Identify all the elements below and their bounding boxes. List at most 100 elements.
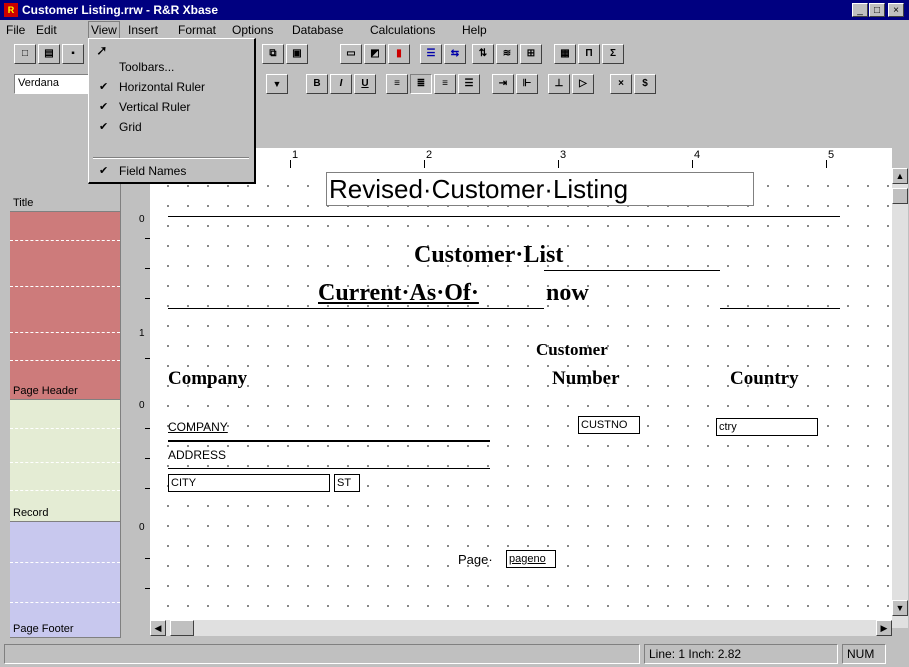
menu-item-vertical-ruler[interactable]: ✔ Vertical Ruler bbox=[93, 99, 249, 117]
section-record[interactable]: Record bbox=[10, 400, 120, 522]
menu-item-grid[interactable]: ✔ Grid bbox=[93, 119, 249, 137]
tab-icon[interactable]: ⊩ bbox=[516, 74, 538, 94]
scroll-up-icon[interactable]: ▲ bbox=[892, 168, 908, 184]
underline-button[interactable]: U bbox=[354, 74, 376, 94]
vruler-mark: 0 bbox=[139, 400, 145, 411]
bold-button[interactable]: B bbox=[306, 74, 328, 94]
vruler-mark: 0 bbox=[139, 214, 145, 225]
fontsize-dropdown-icon[interactable]: ▼ bbox=[266, 74, 288, 94]
calc-field-icon[interactable]: ▦ bbox=[554, 44, 576, 64]
state-field[interactable]: ST bbox=[334, 474, 360, 492]
minimize-button[interactable]: _ bbox=[852, 3, 868, 17]
ruler-tick bbox=[558, 160, 559, 168]
scroll-right-icon[interactable]: ▶ bbox=[876, 620, 892, 636]
horizontal-scrollbar[interactable]: ◀ ▶ bbox=[150, 620, 892, 636]
save-icon[interactable]: ▪ bbox=[62, 44, 84, 64]
company-field[interactable]: COMPANY bbox=[168, 420, 228, 434]
city-field[interactable]: CITY bbox=[168, 474, 330, 492]
menu-item-toolbars[interactable]: Toolbars... bbox=[93, 59, 249, 77]
check-icon: ✔ bbox=[99, 165, 109, 177]
ruler-tick bbox=[290, 160, 291, 168]
vruler-mark: 1 bbox=[139, 328, 145, 339]
align-left-icon[interactable]: ≡ bbox=[386, 74, 408, 94]
ruler-mark: 1 bbox=[292, 149, 299, 161]
scroll-thumb[interactable] bbox=[892, 188, 908, 204]
menu-view[interactable]: View bbox=[88, 21, 120, 39]
open-folder-icon[interactable]: ▤ bbox=[38, 44, 60, 64]
custno-field[interactable]: CUSTNO bbox=[578, 416, 640, 434]
scroll-down-icon[interactable]: ▼ bbox=[892, 600, 908, 616]
box-tool-icon[interactable]: ▭ bbox=[340, 44, 362, 64]
section-page-footer[interactable]: Page Footer bbox=[10, 522, 120, 638]
report-title-box[interactable]: Revised·Customer·Listing bbox=[326, 172, 754, 206]
mouse-pointer-icon: ➚ bbox=[96, 42, 108, 58]
paste-icon[interactable]: ▣ bbox=[286, 44, 308, 64]
page-label[interactable]: Page· bbox=[458, 552, 493, 567]
close-button[interactable]: × bbox=[888, 3, 904, 17]
menu-file[interactable]: File bbox=[6, 23, 25, 37]
col-header-country[interactable]: Country bbox=[730, 368, 799, 390]
now-field[interactable]: now bbox=[546, 280, 589, 307]
hscroll-thumb[interactable] bbox=[170, 620, 194, 636]
field-list-icon[interactable]: ⇆ bbox=[444, 44, 466, 64]
dollar-format-icon[interactable]: $ bbox=[634, 74, 656, 94]
heading-current-as-of[interactable]: Current·As·Of· bbox=[318, 280, 479, 307]
chart-tool-icon[interactable]: ▮ bbox=[388, 44, 410, 64]
picture-tool-icon[interactable]: ◩ bbox=[364, 44, 386, 64]
report-canvas[interactable]: Revised·Customer·Listing Customer·List C… bbox=[150, 168, 892, 620]
menu-edit[interactable]: Edit bbox=[36, 23, 57, 37]
total-field-icon[interactable]: Π bbox=[578, 44, 600, 64]
wrap-icon[interactable]: ⊥ bbox=[548, 74, 570, 94]
menu-database[interactable]: Database bbox=[292, 23, 343, 37]
address-line bbox=[168, 468, 490, 469]
menu-options[interactable]: Options bbox=[232, 23, 273, 37]
menu-calculations[interactable]: Calculations bbox=[370, 23, 435, 37]
scroll-left-icon[interactable]: ◀ bbox=[150, 620, 166, 636]
title-underline bbox=[168, 216, 840, 217]
cut-field-icon[interactable]: × bbox=[610, 74, 632, 94]
ruler-tick bbox=[692, 160, 693, 168]
col-header-company[interactable]: Company bbox=[168, 368, 247, 390]
menu-help[interactable]: Help bbox=[462, 23, 487, 37]
menu-item-horizontal-ruler[interactable]: ✔ Horizontal Ruler bbox=[93, 79, 249, 97]
menu-bar: File Edit View Insert Format Options Dat… bbox=[0, 20, 909, 40]
address-field[interactable]: ADDRESS bbox=[168, 448, 226, 462]
app-icon[interactable]: R bbox=[4, 3, 18, 17]
justify-icon[interactable]: ☰ bbox=[458, 74, 480, 94]
summary-icon[interactable]: Σ bbox=[602, 44, 624, 64]
section-page-header[interactable]: Page Header bbox=[10, 212, 120, 400]
italic-button[interactable]: I bbox=[330, 74, 352, 94]
vertical-ruler: 0 1 0 0 bbox=[120, 168, 151, 638]
sort-icon[interactable]: ⇅ bbox=[472, 44, 494, 64]
ruler-mark: 3 bbox=[560, 149, 567, 161]
new-file-icon[interactable]: □ bbox=[14, 44, 36, 64]
view-menu-dropdown: Toolbars... ✔ Horizontal Ruler ✔ Vertica… bbox=[88, 38, 256, 184]
col-header-number[interactable]: Number bbox=[552, 368, 620, 390]
col-header-customer[interactable]: Customer bbox=[536, 340, 608, 360]
field-format-icon[interactable]: ▷ bbox=[572, 74, 594, 94]
insert-field-icon[interactable]: ☰ bbox=[420, 44, 442, 64]
ruler-mark: 5 bbox=[828, 149, 835, 161]
align-right-icon[interactable]: ≡ bbox=[434, 74, 456, 94]
vertical-scrollbar[interactable]: ▲ ▼ bbox=[892, 168, 908, 628]
title-bar: R Customer Listing.rrw - R&R Xbase _ □ × bbox=[0, 0, 909, 20]
menu-format[interactable]: Format bbox=[178, 23, 216, 37]
country-field[interactable]: ctry bbox=[716, 418, 818, 436]
pageno-field[interactable]: pageno bbox=[506, 550, 556, 568]
menu-item-field-names[interactable]: ✔ Field Names bbox=[93, 163, 249, 181]
heading-customer-list[interactable]: Customer·List bbox=[414, 242, 563, 269]
menu-insert[interactable]: Insert bbox=[128, 23, 158, 37]
status-bar: Line: 1 Inch: 2.82 NUM bbox=[0, 640, 909, 667]
filter-icon[interactable]: ⊞ bbox=[520, 44, 542, 64]
check-icon: ✔ bbox=[99, 101, 109, 113]
heading2-line-left bbox=[168, 308, 544, 309]
group-icon[interactable]: ≋ bbox=[496, 44, 518, 64]
status-line-inch: Line: 1 Inch: 2.82 bbox=[644, 644, 838, 664]
maximize-button[interactable]: □ bbox=[869, 3, 885, 17]
align-center-icon[interactable]: ≣ bbox=[410, 74, 432, 94]
heading-line bbox=[544, 270, 720, 271]
ruler-mark: 2 bbox=[426, 149, 433, 161]
font-selector[interactable]: Verdana bbox=[14, 74, 94, 94]
indent-icon[interactable]: ⇥ bbox=[492, 74, 514, 94]
copy-icon[interactable]: ⧉ bbox=[262, 44, 284, 64]
